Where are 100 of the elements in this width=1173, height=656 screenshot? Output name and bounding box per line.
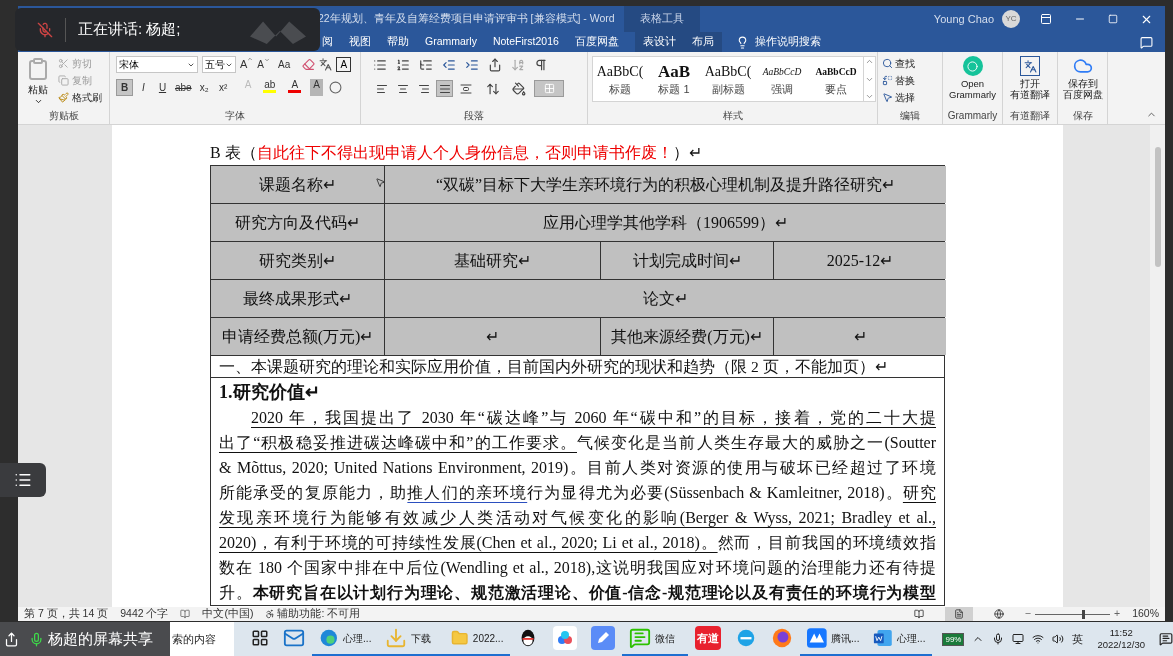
page-icon[interactable] [944,607,973,621]
comments-icon[interactable] [1140,35,1153,49]
replace-button[interactable]: 替换 [882,73,915,87]
caret-icon[interactable] [33,97,43,106]
zoom-in-button[interactable]: + [1114,606,1121,622]
highlight-button[interactable]: ab [260,79,280,96]
taskbar-app-label[interactable]: 下载 [411,630,432,646]
ribbon-tab[interactable]: 视图 [341,32,379,52]
pen-app-icon[interactable] [591,626,616,650]
accessibility-icon[interactable] [265,609,276,619]
ribbon-tab[interactable]: 帮助 [379,32,417,52]
table-cell: ↵ [384,318,600,355]
share-side-button[interactable] [0,463,46,497]
enclose-character-icon[interactable] [329,81,343,94]
clock[interactable]: 11:52 2022/12/30 [1097,627,1145,651]
translator-app-icon[interactable]: 有道 [695,626,722,650]
shading-button[interactable]: A [310,79,324,96]
bullets-icon[interactable] [373,58,387,72]
line-spacing-icon[interactable] [486,81,500,96]
tell-me-field[interactable]: 操作说明搜索 [754,32,821,52]
word-count: 9442 个字 [120,606,169,622]
font-family-field[interactable]: 宋体 [116,56,198,73]
ribbon-tab[interactable]: 表设计 [634,32,684,52]
scrollbar-thumb[interactable] [1154,147,1161,267]
mail-icon[interactable] [283,627,306,649]
table-cell: 论文↵ [384,280,946,317]
zoom-out-button[interactable]: − [1024,606,1031,622]
notifications-icon[interactable] [1159,632,1173,646]
ribbon-tab[interactable]: 布局 [683,32,722,52]
microphone-icon[interactable] [992,633,1005,645]
cloud-app-icon[interactable] [553,626,578,650]
volume-icon[interactable] [1052,633,1065,645]
group-label: Grammarly [947,109,998,123]
table-cell: “双碳”目标下大学生亲环境行为的积极心理机制及提升路径研究↵ [384,166,946,203]
paste-button[interactable]: 粘贴 [28,82,48,97]
ribbon-tab[interactable]: Grammarly [417,32,485,52]
character-border-button[interactable]: A [336,57,352,72]
strike-button[interactable]: abe [173,79,194,96]
group-label: 剪贴板 [48,109,79,123]
caret-icon [264,57,270,63]
taskbar-app-label[interactable]: 心理... [897,630,926,646]
style-item[interactable]: AaBbC( 标题 [593,57,647,101]
style-item[interactable]: AaB 标题 1 [647,57,701,101]
copy-icon [58,75,69,86]
ribbon-display-icon[interactable] [1040,13,1052,25]
grammarly-button[interactable]: Open Grammarly [947,56,998,109]
shrink-font-button[interactable]: A [257,57,270,72]
select-button[interactable]: 选择 [882,90,915,104]
table-caption: B 表（自此往下不得出现申请人个人身份信息，否则申请书作废！）↵ [210,143,703,163]
format-painter-button[interactable]: 格式刷 [58,90,102,105]
multilevel-list-icon[interactable] [419,58,433,72]
italic-button[interactable]: I [135,79,152,96]
browser-icon[interactable] [319,627,340,649]
taskbar-app-label[interactable]: 心理... [343,630,372,646]
phonetic-guide-icon[interactable] [319,58,333,71]
underline-button[interactable]: U [154,79,171,96]
sub-button[interactable]: x₂ [195,79,213,96]
accessibility-status[interactable]: 辅助功能: 不可用 [277,606,361,622]
bold-button[interactable]: B [116,79,133,96]
word-app-icon[interactable] [873,627,894,649]
table-cell: 最终成果形式↵ [211,280,384,317]
font-size-field[interactable]: 五号 [202,56,236,73]
section-title: 一、本课题研究的理论和实际应用价值，目前国内外研究的现状和趋势（限 2 页，不能加页）↵ [211,356,944,378]
font-color-button[interactable]: A [285,79,305,96]
translate-button[interactable]: 打开 有道翻译 [1007,56,1053,109]
task-view-icon[interactable] [251,629,270,647]
decrease-indent-icon[interactable] [442,58,456,72]
align-icon[interactable] [436,80,453,97]
borders-icon[interactable] [534,80,564,97]
taskbar-search-field[interactable]: 索的内容 [170,622,235,656]
show-marks-icon[interactable] [534,58,548,72]
ribbon-tab[interactable]: 百度网盘 [566,32,627,52]
taskbar-app-label[interactable]: 腾讯... [831,630,860,646]
increase-indent-icon[interactable] [465,58,479,72]
ribbon-tab[interactable]: NoteFirst2016 [484,32,567,52]
grow-font-button[interactable]: A [240,56,254,73]
taskbar-app-label[interactable]: 微信 [655,630,676,646]
browser-icon[interactable] [771,627,794,649]
style-item[interactable]: AaBbC( 副标题 [701,57,755,101]
meeting-app-icon[interactable] [807,627,828,649]
mic-icon [29,631,44,647]
wifi-icon[interactable] [1032,633,1045,645]
sup-button[interactable]: x² [214,79,232,96]
clear-format-icon[interactable] [302,58,316,71]
numbering-icon[interactable] [396,58,410,72]
table-cell: 应用心理学其他学科（1906599）↵ [384,204,946,241]
find-button[interactable]: 查找 [882,56,915,70]
zoom-slider-thumb[interactable] [1081,609,1085,619]
input-method[interactable]: 英 [1072,630,1084,648]
save-to-cloud-button[interactable]: 保存到 百度网盘 [1062,56,1103,109]
taskbar-app-label[interactable]: 2022... [472,630,504,646]
style-item[interactable]: AaBbCcD 要点 [809,57,863,101]
restore-icon[interactable] [1108,14,1118,24]
display-icon[interactable] [1012,633,1025,645]
table-cell: 申请经费总额(万元)↵ [211,318,384,355]
paint-bucket-icon[interactable] [512,81,526,96]
change-case-button[interactable]: Aa [278,57,291,72]
style-item[interactable]: AaBbCcD 强调 [755,57,809,101]
ribbon-tab[interactable]: 阅 [322,32,341,52]
user-avatar[interactable]: YC [1002,10,1020,28]
